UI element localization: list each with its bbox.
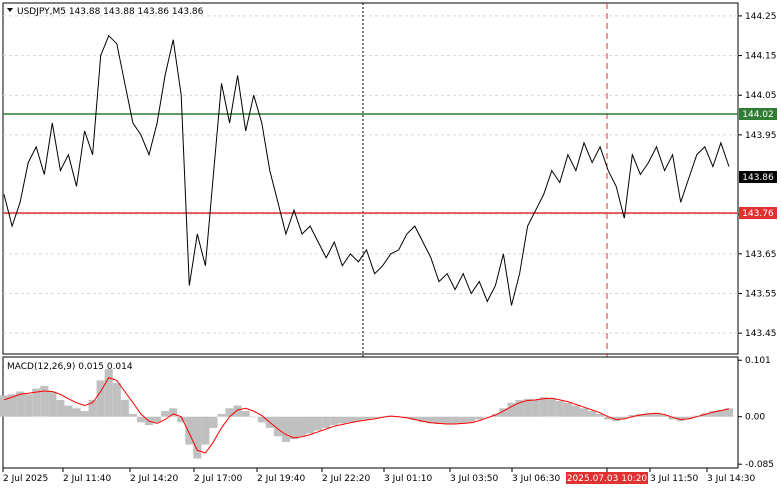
x-tick-label: 2 Jul 14:20 bbox=[130, 474, 179, 484]
macd-bar bbox=[104, 369, 113, 417]
macd-bar bbox=[136, 416, 145, 423]
macd-bar bbox=[56, 399, 65, 417]
macd-bar bbox=[580, 408, 589, 417]
y-tick-label: 144.05 bbox=[745, 91, 777, 101]
y-tick-label: 144.25 bbox=[745, 12, 777, 22]
macd-bar bbox=[547, 398, 556, 417]
macd-bar bbox=[555, 401, 564, 417]
macd-bar bbox=[225, 408, 234, 417]
macd-axis: 0.101 0.00 -0.085 bbox=[738, 356, 774, 470]
macd-bar bbox=[571, 405, 580, 417]
y-tick-label: 143.55 bbox=[745, 290, 777, 300]
macd-bar bbox=[153, 416, 162, 423]
support-price-label: 143.76 bbox=[742, 209, 774, 219]
current-price-label: 143.86 bbox=[742, 173, 774, 183]
macd-bar bbox=[346, 416, 355, 423]
macd-bar bbox=[306, 416, 315, 434]
macd-bar bbox=[72, 408, 81, 417]
macd-bar bbox=[80, 411, 89, 417]
macd-bar bbox=[298, 416, 307, 437]
macd-label: MACD(12,26,9) 0.015 0.014 bbox=[7, 362, 133, 372]
resistance-price-label: 144.02 bbox=[742, 110, 774, 120]
macd-bar bbox=[161, 411, 170, 417]
macd-bar bbox=[281, 416, 290, 442]
macd-bar bbox=[128, 413, 137, 417]
x-tick-label: 2 Jul 19:40 bbox=[257, 474, 306, 484]
macd-bar bbox=[330, 416, 339, 426]
macd-bar bbox=[120, 399, 129, 417]
x-tick-label: 2 Jul 2025 bbox=[3, 474, 48, 484]
macd-bar bbox=[209, 416, 218, 428]
macd-bar bbox=[451, 416, 460, 424]
macd-bar bbox=[193, 416, 202, 459]
trading-chart[interactable]: USDJPY,M5 143.88 143.88 143.86 143.86 14… bbox=[0, 0, 781, 489]
macd-bar bbox=[338, 416, 347, 424]
x-tick-label: 2 Jul 17:00 bbox=[194, 474, 243, 484]
x-tick-label: 3 Jul 11:50 bbox=[650, 474, 699, 484]
macd-bar bbox=[201, 416, 210, 445]
x-tick-label: 3 Jul 14:30 bbox=[707, 474, 756, 484]
macd-bar bbox=[539, 397, 548, 417]
macd-tick-label: 0.00 bbox=[745, 413, 765, 423]
y-tick-label: 143.95 bbox=[745, 131, 777, 141]
x-tick-label: 3 Jul 01:10 bbox=[384, 474, 433, 484]
symbol-header: USDJPY,M5 143.88 143.88 143.86 143.86 bbox=[17, 7, 204, 17]
y-tick-label: 143.65 bbox=[745, 250, 777, 260]
macd-bar bbox=[467, 416, 476, 423]
macd-bar bbox=[531, 399, 540, 417]
macd-bar bbox=[563, 402, 572, 417]
macd-bar bbox=[459, 416, 468, 424]
macd-bar bbox=[217, 413, 226, 417]
macd-bar bbox=[24, 394, 33, 417]
x-tick-label: 3 Jul 06:30 bbox=[512, 474, 561, 484]
macd-bar bbox=[290, 416, 299, 440]
macd-bar bbox=[233, 405, 242, 417]
y-tick-label: 143.45 bbox=[745, 329, 777, 339]
x-tick-label: 3 Jul 03:50 bbox=[450, 474, 499, 484]
macd-tick-label: -0.085 bbox=[745, 460, 774, 470]
y-tick-label: 144.15 bbox=[745, 52, 777, 62]
macd-bar bbox=[362, 416, 371, 420]
macd-bar bbox=[249, 416, 258, 418]
macd-bar bbox=[112, 383, 121, 417]
macd-bar bbox=[588, 411, 597, 417]
x-tick-label-highlight: 2025.07.03 10:20 bbox=[567, 474, 648, 484]
macd-bar bbox=[314, 416, 323, 431]
x-tick-label: 2 Jul 22:20 bbox=[322, 474, 371, 484]
macd-bar bbox=[64, 405, 73, 417]
macd-bar bbox=[241, 411, 250, 417]
macd-bar bbox=[322, 416, 331, 428]
macd-bar bbox=[48, 391, 57, 417]
time-axis: 2 Jul 2025 2 Jul 11:40 2 Jul 14:20 2 Jul 17… bbox=[2, 468, 756, 484]
macd-tick-label: 0.101 bbox=[745, 356, 771, 366]
x-tick-label: 2 Jul 11:40 bbox=[63, 474, 112, 484]
